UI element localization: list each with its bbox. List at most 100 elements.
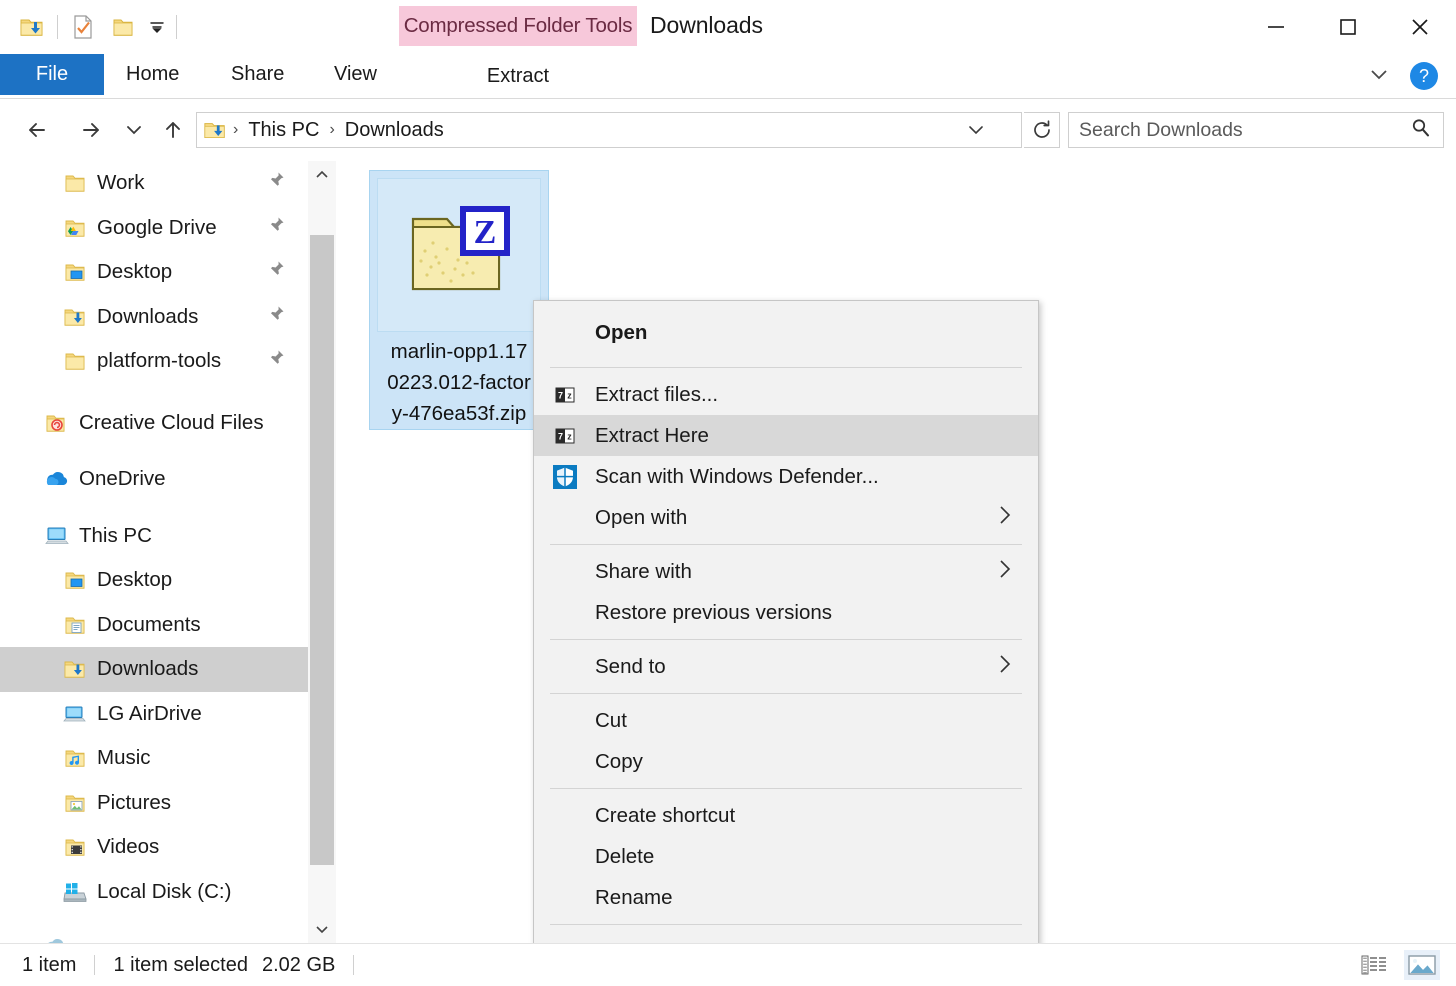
breadcrumb-dropdown-icon[interactable] — [967, 121, 985, 144]
sidebar-item-pictures[interactable]: Pictures — [0, 781, 308, 826]
menu-item-extract-here[interactable]: 7 z Extract Here — [534, 415, 1038, 456]
search-input[interactable] — [1079, 118, 1409, 142]
navigation-pane[interactable]: Work Google Drive Desktop Downloads plat… — [0, 161, 308, 943]
sidebar-item-label: Desktop — [97, 260, 173, 284]
minimize-button[interactable] — [1240, 0, 1312, 54]
close-button[interactable] — [1384, 0, 1456, 54]
sidebar-item-platform-tools[interactable]: platform-tools — [0, 339, 308, 384]
menu-item-open[interactable]: Open — [534, 305, 1038, 361]
sidebar-item-label: Videos — [97, 835, 160, 859]
pin-icon[interactable] — [266, 304, 286, 330]
sidebar-item-work[interactable]: Work — [0, 161, 308, 206]
lg-airdrive-icon — [62, 701, 88, 727]
maximize-button[interactable] — [1312, 0, 1384, 54]
breadcrumb-separator-0: › — [233, 121, 239, 138]
menu-item-send-to[interactable]: Send to — [534, 646, 1038, 687]
sidebar-item-label: Local Disk (C:) — [97, 879, 232, 903]
menu-item-cut[interactable]: Cut — [534, 700, 1038, 741]
breadcrumb-bar[interactable]: › This PC › Downloads — [196, 112, 1022, 148]
pin-icon[interactable] — [266, 259, 286, 285]
ribbon-tab-bar: File Home Share View Extract ? — [0, 54, 1456, 99]
pin-icon[interactable] — [266, 170, 286, 196]
collapse-ribbon-button[interactable] — [1366, 61, 1392, 92]
tab-share[interactable]: Share — [215, 54, 300, 95]
tab-share-label: Share — [231, 63, 285, 85]
large-icons-view-button[interactable] — [1404, 950, 1440, 980]
breadcrumb-downloads[interactable]: Downloads — [341, 119, 448, 142]
context-menu[interactable]: Open 7 z Extract files... 7 z Extract He… — [533, 300, 1039, 963]
file-label-line-3: y-476ea53f.zip — [391, 402, 527, 425]
menu-item-label: Rename — [595, 885, 673, 909]
status-divider-2 — [353, 955, 355, 975]
help-button[interactable]: ? — [1410, 62, 1438, 90]
back-button[interactable] — [16, 109, 58, 151]
customize-caret-icon[interactable] — [143, 7, 171, 47]
menu-separator-6 — [550, 924, 1022, 925]
file-item-zip[interactable]: Z marlin-opp1.17 0223.012-factor y-476ea… — [369, 170, 549, 430]
tab-extract-label: Extract — [486, 64, 550, 87]
menu-item-copy[interactable]: Copy — [534, 741, 1038, 782]
sidebar-item-downloads-quick[interactable]: Downloads — [0, 295, 308, 340]
menu-item-restore-previous-versions[interactable]: Restore previous versions — [534, 592, 1038, 633]
sidebar-item-label: Desktop — [97, 568, 173, 592]
menu-item-open-with[interactable]: Open with — [534, 497, 1038, 538]
downloads-folder-icon[interactable] — [12, 7, 52, 47]
up-button[interactable] — [152, 109, 194, 151]
network-icon — [44, 935, 70, 943]
search-box[interactable] — [1068, 112, 1444, 148]
sidebar-item-label: Google Drive — [97, 215, 217, 239]
help-button-label: ? — [1418, 65, 1429, 86]
tab-view[interactable]: View — [318, 54, 393, 95]
menu-item-share-with[interactable]: Share with — [534, 551, 1038, 592]
sidebar-item-network-partial[interactable] — [0, 926, 308, 943]
menu-item-label: Restore previous versions — [595, 600, 832, 624]
scrollbar-thumb[interactable] — [310, 235, 334, 865]
this-pc-icon — [44, 523, 70, 549]
sidebar-item-downloads[interactable]: Downloads — [0, 647, 308, 692]
sidebar-item-lg-airdrive[interactable]: LG AirDrive — [0, 692, 308, 737]
tab-home[interactable]: Home — [110, 54, 195, 95]
scroll-up-icon[interactable] — [308, 161, 336, 189]
status-item-count: 1 item — [22, 953, 77, 976]
sidebar-item-this-pc[interactable]: This PC — [0, 514, 308, 559]
tab-extract[interactable]: Extract — [399, 54, 637, 98]
sidebar-item-label: Pictures — [97, 790, 172, 814]
scroll-down-icon[interactable] — [308, 915, 336, 943]
sidebar-item-local-disk-c[interactable]: Local Disk (C:) — [0, 870, 308, 915]
new-folder-icon[interactable] — [103, 7, 143, 47]
sidebar-item-google-drive[interactable]: Google Drive — [0, 206, 308, 251]
file-label-line-2: 0223.012-factor — [387, 371, 531, 394]
sidebar-item-desktop-quick[interactable]: Desktop — [0, 250, 308, 295]
title-bar: Compressed Folder Tools Downloads — [0, 0, 1456, 54]
menu-item-delete[interactable]: Delete — [534, 836, 1038, 877]
svg-text:z: z — [567, 431, 572, 441]
recent-locations-button[interactable] — [117, 109, 151, 151]
tab-file[interactable]: File — [0, 54, 104, 95]
sidebar-item-creative-cloud-files[interactable]: Creative Cloud Files — [0, 401, 308, 446]
sidebar-item-music[interactable]: Music — [0, 736, 308, 781]
navigation-pane-scrollbar[interactable] — [308, 161, 336, 943]
7zip-icon: 7 z — [552, 423, 578, 449]
sidebar-item-onedrive[interactable]: OneDrive — [0, 457, 308, 502]
status-divider-1 — [94, 955, 96, 975]
breadcrumb-this-pc[interactable]: This PC — [244, 119, 323, 142]
sidebar-item-label: LG AirDrive — [97, 701, 202, 725]
contextual-tab-header-label: Compressed Folder Tools — [403, 14, 633, 37]
menu-item-rename[interactable]: Rename — [534, 877, 1038, 918]
properties-icon[interactable] — [63, 7, 103, 47]
menu-item-create-shortcut[interactable]: Create shortcut — [534, 795, 1038, 836]
pin-icon[interactable] — [266, 348, 286, 374]
menu-item-extract-files[interactable]: 7 z Extract files... — [534, 374, 1038, 415]
svg-text:Z: Z — [474, 214, 497, 251]
sidebar-item-videos[interactable]: Videos — [0, 825, 308, 870]
search-icon[interactable] — [1409, 116, 1433, 145]
refresh-button[interactable] — [1024, 112, 1060, 148]
menu-item-scan-with-windows-defender[interactable]: Scan with Windows Defender... — [534, 456, 1038, 497]
sidebar-item-documents[interactable]: Documents — [0, 603, 308, 648]
sidebar-item-desktop[interactable]: Desktop — [0, 558, 308, 603]
pin-icon[interactable] — [266, 215, 286, 241]
ribbon-right-controls: ? — [1366, 54, 1438, 98]
details-view-button[interactable] — [1356, 950, 1392, 980]
forward-button[interactable] — [70, 109, 112, 151]
chevron-right-icon — [994, 653, 1016, 681]
